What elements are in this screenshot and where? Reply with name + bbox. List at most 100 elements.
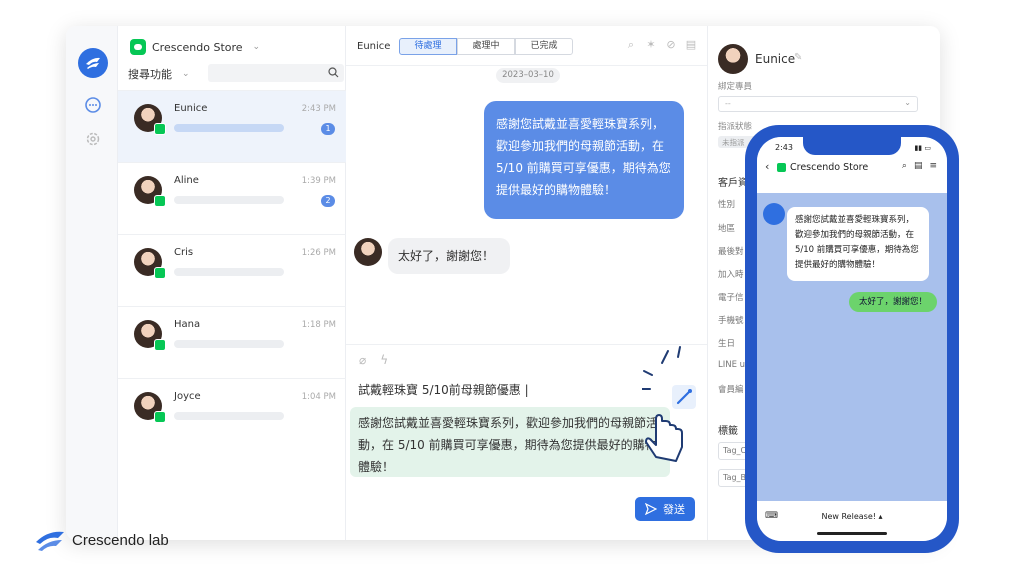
avatar [134,392,166,423]
status-tabs: 待處理 處理中 已完成 [399,38,573,55]
pencil-icon[interactable]: ✎ [794,52,802,63]
chat-pane: Eunice 待處理 處理中 已完成 ⌕ ✶ ⊘ ▤ 2023–03–10 感謝… [346,26,708,540]
field-last-chat: 最後對 [718,247,744,257]
composer-tools: ⌀ ϟ [359,353,388,367]
search-icon[interactable]: ⌕ [902,161,907,171]
conversation-item[interactable]: Hana 1:18 PM [118,306,346,378]
app-logo-icon[interactable] [78,48,108,78]
send-label: 發送 [663,503,685,516]
attachment-icon[interactable]: ⌀ [359,353,366,367]
chevron-down-icon[interactable]: ⌄ [182,69,190,79]
message-input[interactable]: 試戴輕珠寶 5/10前母親節優惠 | [358,381,529,398]
brand-name-main: Crescendo [72,531,145,549]
avatar [354,238,382,266]
store-selector[interactable]: Crescendo Store ⌄ [130,39,260,55]
pin-icon[interactable]: ✶ [645,39,657,51]
avatar [134,248,166,279]
verified-shield-icon [777,163,786,172]
composer: ⌀ ϟ 試戴輕珠寶 5/10前母親節優惠 | 感謝您試戴並喜愛輕珠寶系列，歡迎參… [346,344,707,540]
crescendo-lab-logo: Crescendo lab [34,528,169,552]
conversation-time: 1:39 PM [301,176,336,186]
chat-user-name: Eunice [357,41,391,52]
unread-badge: 2 [321,195,335,207]
phone-header-actions: ⌕ ▤ ≡ [902,161,937,171]
store-avatar [763,203,785,225]
conversation-name: Hana [174,319,201,330]
back-chevron-icon[interactable]: ‹ [765,160,769,173]
conversation-list: Crescendo Store ⌄ 搜尋功能 ⌄ Eunice 2:43 PM … [118,26,346,540]
send-button[interactable]: 發送 [635,497,695,521]
message-preview-placeholder [174,268,284,276]
date-divider: 2023–03–10 [496,68,560,83]
chat-icon[interactable] [84,96,102,118]
line-icon [154,267,166,279]
brand-name-suffix: lab [148,531,169,549]
message-preview-placeholder [174,124,284,132]
conversation-time: 2:43 PM [301,104,336,114]
ai-suggestion[interactable]: 感謝您試戴並喜愛輕珠寶系列，歡迎參加我們的母親節活動，在 5/10 前購買可享優… [350,407,670,477]
line-icon [154,339,166,351]
conversation-name: Cris [174,247,194,258]
line-icon [154,411,166,423]
phone-notch [803,137,901,155]
lightning-icon[interactable]: ϟ [380,353,388,367]
avatar [134,320,166,351]
send-icon [645,503,657,515]
assigned-agent-select[interactable]: -- ⌄ [718,96,918,112]
assigned-agent-value: -- [725,99,731,108]
note-icon[interactable]: ▤ [914,161,923,171]
conversation-name: Eunice [174,103,208,114]
phone-store-name: Crescendo Store [790,162,869,173]
brand-mark-icon [36,531,64,551]
tab-in-progress[interactable]: 處理中 [457,38,515,55]
field-region: 地區 [718,224,736,234]
field-phone: 手機號 [718,316,744,326]
document-icon[interactable]: ▤ [685,39,697,51]
gear-icon[interactable] [84,130,102,152]
conversation-time: 1:04 PM [301,392,336,402]
block-icon[interactable]: ⊘ [665,39,677,51]
message-preview-placeholder [174,340,284,348]
message-preview-placeholder [174,412,284,420]
line-icon [154,195,166,207]
conversation-item[interactable]: Eunice 2:43 PM 1 [118,90,346,162]
chevron-down-icon: ⌄ [252,42,261,52]
conversation-item[interactable]: Joyce 1:04 PM [118,378,346,450]
menu-icon[interactable]: ≡ [929,161,937,171]
conversation-item[interactable]: Aline 1:39 PM 2 [118,162,346,234]
tab-completed[interactable]: 已完成 [515,38,573,55]
phone-store-title: Crescendo Store [777,162,868,173]
phone-outgoing-message: 太好了，謝謝您！ [849,292,937,312]
conversation-name: Aline [174,175,199,186]
field-birthday: 生日 [718,339,736,349]
field-member-id: 會員編 [718,385,744,395]
home-indicator [817,532,887,535]
search-icon[interactable]: ⌕ [625,39,637,51]
customer-info-title: 客戶資 [718,178,748,189]
phone-time: 2:43 [775,143,793,152]
chevron-down-icon: ⌄ [904,98,911,107]
brand-name: Crescendo lab [72,532,169,549]
signal-battery-icon: ▮▮ ▭ [914,144,931,152]
rich-menu-label[interactable]: New Release! ▴ [757,512,947,521]
tab-pending[interactable]: 待處理 [399,38,457,55]
search-filter-label[interactable]: 搜尋功能 [128,66,172,82]
phone-screen: 2:43 ▮▮ ▭ ‹ Crescendo Store ⌕ ▤ ≡ 感謝您試戴並… [757,137,947,541]
outgoing-message: 感謝您試戴並喜愛輕珠寶系列，歡迎參加我們的母親節活動，在 5/10 前購買可享優… [484,101,684,219]
magic-wand-hand-illustration [642,346,696,462]
field-line-uid: LINE u [718,360,746,370]
conversation-time: 1:18 PM [301,320,336,330]
search-input[interactable] [208,64,344,82]
field-gender: 性別 [718,200,736,210]
conversation-item[interactable]: Cris 1:26 PM [118,234,346,306]
search-icon [328,67,339,78]
incoming-message: 太好了，謝謝您！ [388,238,510,274]
phone-rich-menu-bar: ⌨ New Release! ▴ [757,501,947,541]
phone-incoming-message: 感謝您試戴並喜愛輕珠寶系列，歡迎參加我們的母親節活動，在 5/10 前購買可享優… [787,207,929,281]
unread-badge: 1 [321,123,335,135]
avatar [134,104,166,135]
tags-title: 標籤 [718,426,738,437]
line-icon [130,39,146,55]
avatar [134,176,166,207]
search-row: 搜尋功能 ⌄ [128,64,344,82]
